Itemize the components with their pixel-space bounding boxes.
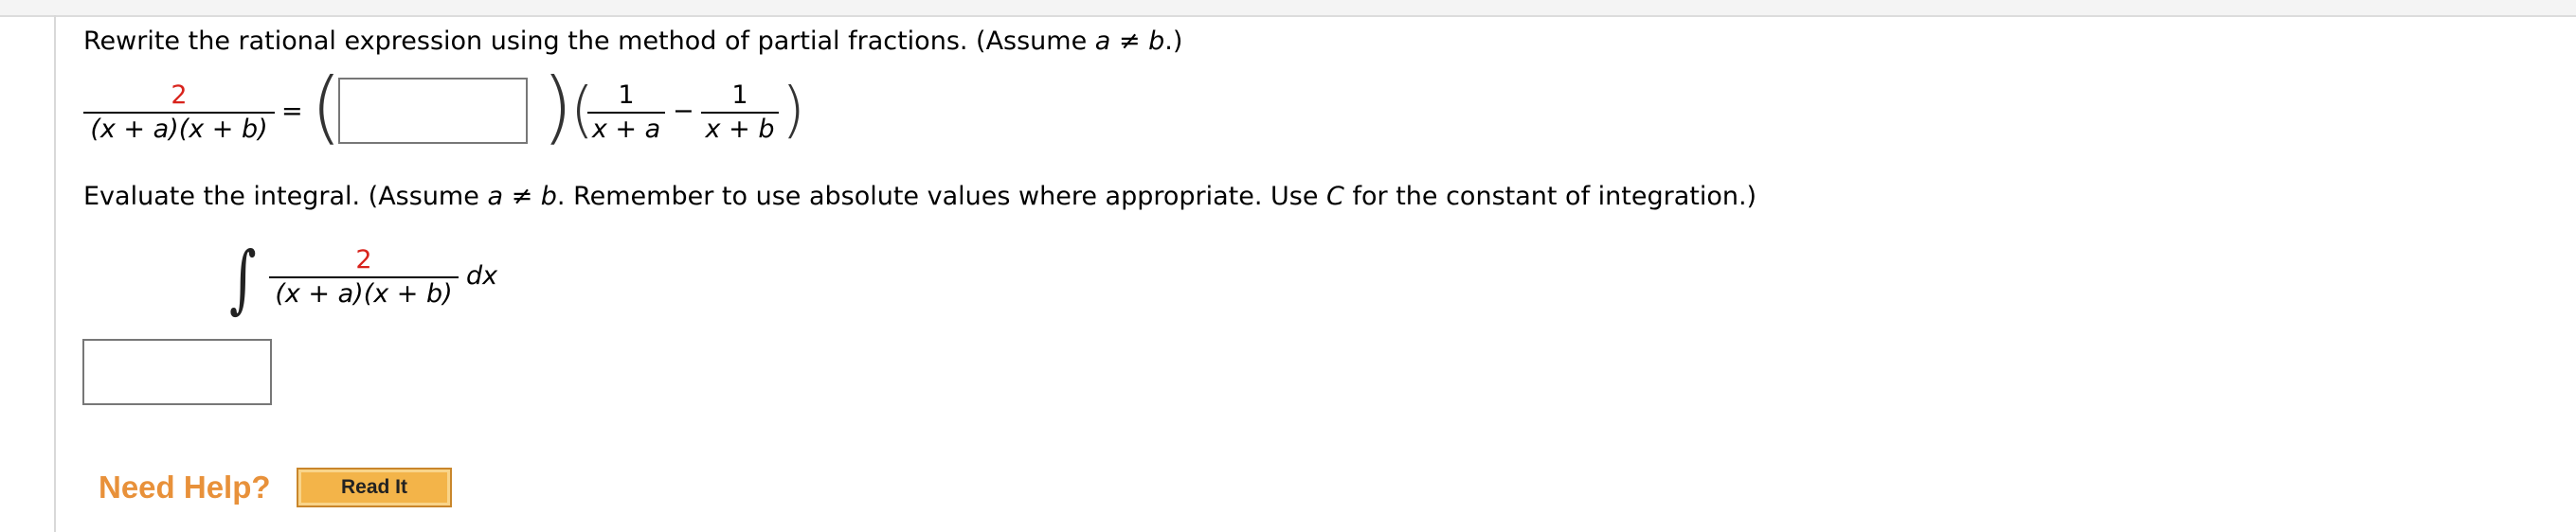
frac2-denominator: x + b xyxy=(705,115,775,144)
lhs-numerator: 2 xyxy=(171,80,188,110)
need-help-label: Need Help? xyxy=(99,470,271,505)
left-divider xyxy=(54,15,56,532)
lhs-fraction: 2 (x + a)(x + b) xyxy=(83,80,275,146)
equals-sign: = xyxy=(281,97,303,126)
left-paren-1: ( xyxy=(311,61,342,153)
fraction-1-over-x-plus-b: 1 x + b xyxy=(701,80,779,146)
minus-sign: − xyxy=(673,97,694,126)
question1-prompt: Rewrite the rational expression using th… xyxy=(83,27,1183,56)
frac1-numerator: 1 xyxy=(618,80,635,110)
fraction-1-over-x-plus-a: 1 x + a xyxy=(587,80,665,146)
integral-symbol: ∫ xyxy=(229,237,257,322)
frac2-numerator: 1 xyxy=(731,80,748,110)
integrand-fraction: 2 (x + a)(x + b) xyxy=(269,244,459,310)
partial-fraction-coefficient-input[interactable] xyxy=(338,78,528,144)
question2-prompt: Evaluate the integral. (Assume a ≠ b. Re… xyxy=(83,182,1757,211)
differential-dx: dx xyxy=(466,261,498,291)
right-paren-2: ) xyxy=(782,76,805,146)
integral-answer-input[interactable] xyxy=(82,339,272,405)
read-it-button[interactable]: Read It xyxy=(297,468,452,507)
lhs-denominator: (x + a)(x + b) xyxy=(90,115,268,144)
right-paren-1: ) xyxy=(542,61,573,153)
integrand-numerator: 2 xyxy=(355,245,372,275)
top-bar xyxy=(0,0,2576,17)
frac1-denominator: x + a xyxy=(591,115,661,144)
integrand-denominator: (x + a)(x + b) xyxy=(275,279,453,309)
